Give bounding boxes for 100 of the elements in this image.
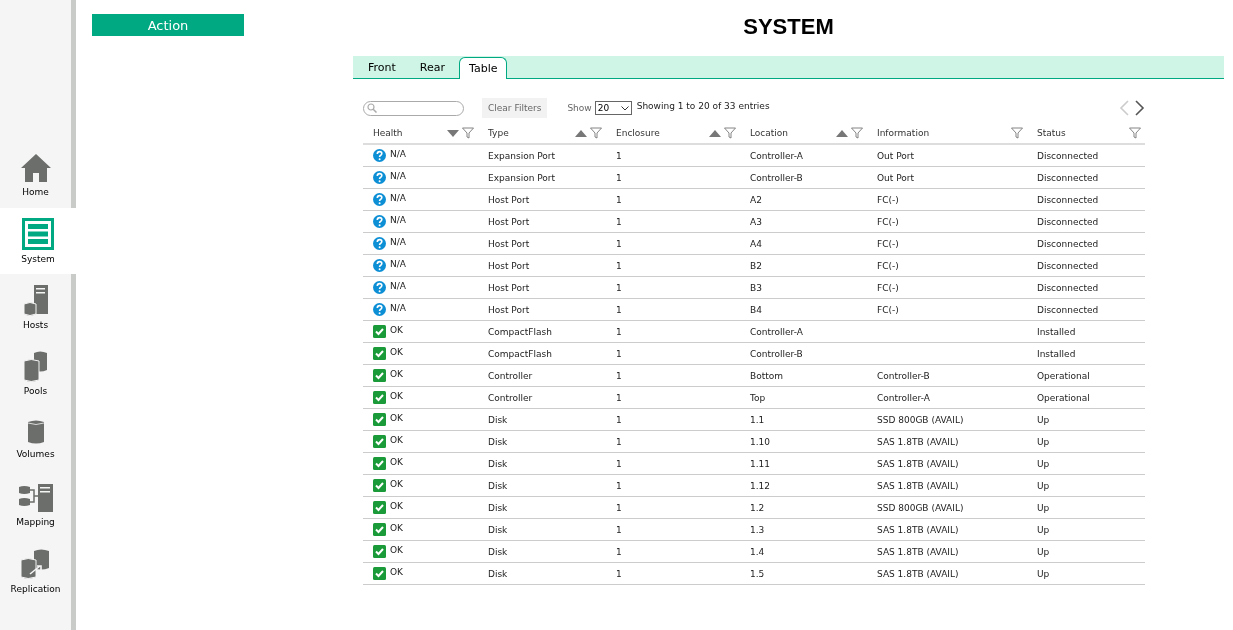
table-cell: 1 bbox=[616, 392, 622, 403]
checkmark-icon bbox=[373, 325, 386, 338]
tab[interactable]: Front bbox=[358, 56, 406, 78]
table-cell: Top bbox=[750, 392, 766, 403]
table-cell: B4 bbox=[750, 304, 762, 315]
next-page-button[interactable] bbox=[1135, 100, 1145, 116]
page-size-select[interactable]: 20 bbox=[594, 101, 632, 115]
sort-up-icon[interactable] bbox=[709, 128, 721, 138]
health-text: OK bbox=[390, 369, 403, 379]
nav-item[interactable]: Hosts bbox=[0, 274, 71, 340]
table-cell: B3 bbox=[750, 282, 762, 293]
filter-icon[interactable] bbox=[462, 127, 474, 139]
table-cell: Disconnected bbox=[1037, 282, 1099, 293]
table-cell: A3 bbox=[750, 216, 762, 227]
table-cell: SAS 1.8TB (AVAIL) bbox=[877, 436, 959, 447]
table-cell: Host Port bbox=[488, 282, 530, 293]
question-icon bbox=[373, 237, 386, 250]
table-cell: 1 bbox=[616, 238, 622, 249]
server-disk-icon bbox=[22, 284, 49, 316]
table-cell: CompactFlash bbox=[488, 348, 552, 359]
table-cell: Disk bbox=[488, 458, 508, 469]
health-text: OK bbox=[390, 391, 403, 401]
table-cell: Up bbox=[1037, 524, 1050, 535]
table-cell: Controller-A bbox=[750, 326, 803, 337]
health-text: N/A bbox=[390, 281, 406, 291]
health-text: OK bbox=[390, 347, 403, 357]
checkmark-icon bbox=[373, 369, 386, 382]
checkmark-icon bbox=[373, 391, 386, 404]
filter-icon[interactable] bbox=[851, 127, 863, 139]
question-icon bbox=[373, 193, 386, 206]
disk-server-mapping-icon bbox=[17, 483, 54, 513]
entries-summary: Showing 1 to 20 of 33 entries bbox=[636, 101, 770, 111]
table-cell: 1 bbox=[616, 458, 622, 469]
table-cell: Controller-A bbox=[877, 392, 930, 403]
server-rack-icon bbox=[22, 218, 54, 250]
table-cell: Disk bbox=[488, 480, 508, 491]
tab[interactable]: Table bbox=[459, 57, 508, 79]
table-cell: Installed bbox=[1037, 348, 1076, 359]
table-cell: Host Port bbox=[488, 216, 530, 227]
table-cell: Disk bbox=[488, 524, 508, 535]
filter-icon[interactable] bbox=[724, 127, 736, 139]
checkmark-icon bbox=[373, 501, 386, 514]
filter-icon[interactable] bbox=[590, 127, 602, 139]
table-cell: Disk bbox=[488, 568, 508, 579]
nav-item[interactable]: Mapping bbox=[0, 472, 71, 538]
table-cell: FC(-) bbox=[877, 238, 899, 249]
table-cell: Up bbox=[1037, 502, 1050, 513]
column-header: Location bbox=[750, 128, 789, 138]
table-cell: 1.4 bbox=[750, 546, 765, 557]
table-cell: Installed bbox=[1037, 326, 1076, 337]
table-cell: Expansion Port bbox=[488, 172, 556, 183]
table-cell: 1 bbox=[616, 480, 622, 491]
table-cell: FC(-) bbox=[877, 260, 899, 271]
table-cell: 1.12 bbox=[750, 480, 771, 491]
clear-filters-button[interactable]: Clear Filters bbox=[482, 98, 548, 118]
column-header: Information bbox=[877, 128, 930, 138]
table-cell: Host Port bbox=[488, 304, 530, 315]
health-text: N/A bbox=[390, 149, 406, 159]
table-cell: 1 bbox=[616, 436, 622, 447]
table-cell: 1.1 bbox=[750, 414, 765, 425]
tab[interactable]: Rear bbox=[409, 56, 455, 78]
checkmark-icon bbox=[373, 413, 386, 426]
page-title: SYSTEM bbox=[742, 14, 835, 40]
sort-up-icon[interactable] bbox=[836, 128, 848, 138]
table-cell: 1 bbox=[616, 546, 622, 557]
nav-item[interactable]: Replication bbox=[0, 538, 71, 604]
table-cell: Disconnected bbox=[1037, 260, 1099, 271]
nav-label: Pools bbox=[23, 386, 48, 396]
table-cell: Disconnected bbox=[1037, 194, 1099, 205]
question-icon bbox=[373, 259, 386, 272]
health-text: N/A bbox=[390, 303, 406, 313]
health-text: OK bbox=[390, 567, 403, 577]
table-cell: Disk bbox=[488, 414, 508, 425]
nav-item[interactable]: Home bbox=[0, 142, 71, 208]
table-cell: 1 bbox=[616, 194, 622, 205]
sort-up-icon[interactable] bbox=[575, 128, 587, 138]
question-icon bbox=[373, 149, 386, 162]
table-cell: 1 bbox=[616, 502, 622, 513]
table-cell: FC(-) bbox=[877, 194, 899, 205]
filter-icon[interactable] bbox=[1129, 127, 1141, 139]
table-cell: 1 bbox=[616, 282, 622, 293]
chevron-down-icon bbox=[620, 105, 629, 111]
table-cell: SAS 1.8TB (AVAIL) bbox=[877, 524, 959, 535]
health-text: OK bbox=[390, 435, 403, 445]
nav-item[interactable]: Volumes bbox=[0, 406, 71, 472]
health-text: OK bbox=[390, 545, 403, 555]
nav-item[interactable]: System bbox=[0, 208, 76, 274]
nav-item[interactable]: Pools bbox=[0, 340, 71, 406]
table-cell: Host Port bbox=[488, 260, 530, 271]
nav-label: System bbox=[21, 254, 55, 264]
health-text: N/A bbox=[390, 171, 406, 181]
nav-label: Hosts bbox=[22, 320, 49, 330]
sort-down-icon[interactable] bbox=[447, 128, 459, 138]
table-cell: Controller bbox=[488, 370, 533, 381]
question-icon bbox=[373, 303, 386, 316]
table-cell: SAS 1.8TB (AVAIL) bbox=[877, 546, 959, 557]
table-cell: 1.10 bbox=[750, 436, 771, 447]
filter-icon[interactable] bbox=[1011, 127, 1023, 139]
table-cell: 1.2 bbox=[750, 502, 765, 513]
table-cell: SAS 1.8TB (AVAIL) bbox=[877, 480, 959, 491]
